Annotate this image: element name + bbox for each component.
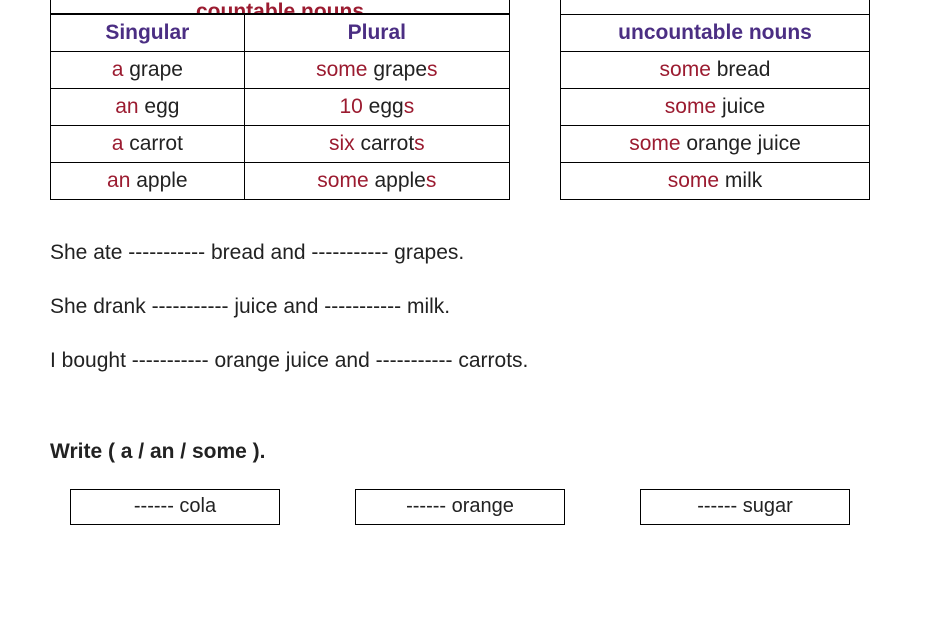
- cell-uncountable: some juice: [561, 89, 870, 126]
- uncountable-top-spacer: [560, 0, 870, 14]
- instruction-text: Write ( a / an / some ).: [50, 440, 880, 464]
- cell-singular: a grape: [51, 52, 245, 89]
- table-row: a grape some grapes: [51, 52, 510, 89]
- tables-container: countable nouns Singular Plural a grape …: [50, 0, 880, 200]
- table-row: some orange juice: [561, 126, 870, 163]
- fill-box: ------ orange: [355, 489, 565, 525]
- cell-uncountable: some milk: [561, 163, 870, 200]
- table-row: an apple some apples: [51, 163, 510, 200]
- table-row: some juice: [561, 89, 870, 126]
- uncountable-table-wrapper: uncountable nouns some bread some juice …: [560, 0, 870, 200]
- cell-plural: some grapes: [244, 52, 509, 89]
- table-row: an egg 10 eggs: [51, 89, 510, 126]
- cell-uncountable: some orange juice: [561, 126, 870, 163]
- countable-top-header: countable nouns: [50, 0, 510, 14]
- singular-header: Singular: [51, 15, 245, 52]
- countable-table: Singular Plural a grape some grapes an e…: [50, 14, 510, 200]
- uncountable-header: uncountable nouns: [561, 15, 870, 52]
- cell-plural: six carrots: [244, 126, 509, 163]
- cell-plural: 10 eggs: [244, 89, 509, 126]
- cell-plural: some apples: [244, 163, 509, 200]
- cell-uncountable: some bread: [561, 52, 870, 89]
- cell-singular: an egg: [51, 89, 245, 126]
- fill-box: ------ cola: [70, 489, 280, 525]
- table-row: some bread: [561, 52, 870, 89]
- cell-singular: an apple: [51, 163, 245, 200]
- uncountable-table: uncountable nouns some bread some juice …: [560, 14, 870, 200]
- sentence-line: She drank ----------- juice and --------…: [50, 284, 880, 330]
- fill-box: ------ sugar: [640, 489, 850, 525]
- table-row: some milk: [561, 163, 870, 200]
- sentence-line: She ate ----------- bread and ----------…: [50, 230, 880, 276]
- fill-boxes-row: ------ cola ------ orange ------ sugar: [50, 489, 880, 525]
- sentence-line: I bought ----------- orange juice and --…: [50, 338, 880, 384]
- table-row: a carrot six carrots: [51, 126, 510, 163]
- fill-sentences: She ate ----------- bread and ----------…: [50, 230, 880, 385]
- cell-singular: a carrot: [51, 126, 245, 163]
- countable-table-wrapper: countable nouns Singular Plural a grape …: [50, 0, 510, 200]
- plural-header: Plural: [244, 15, 509, 52]
